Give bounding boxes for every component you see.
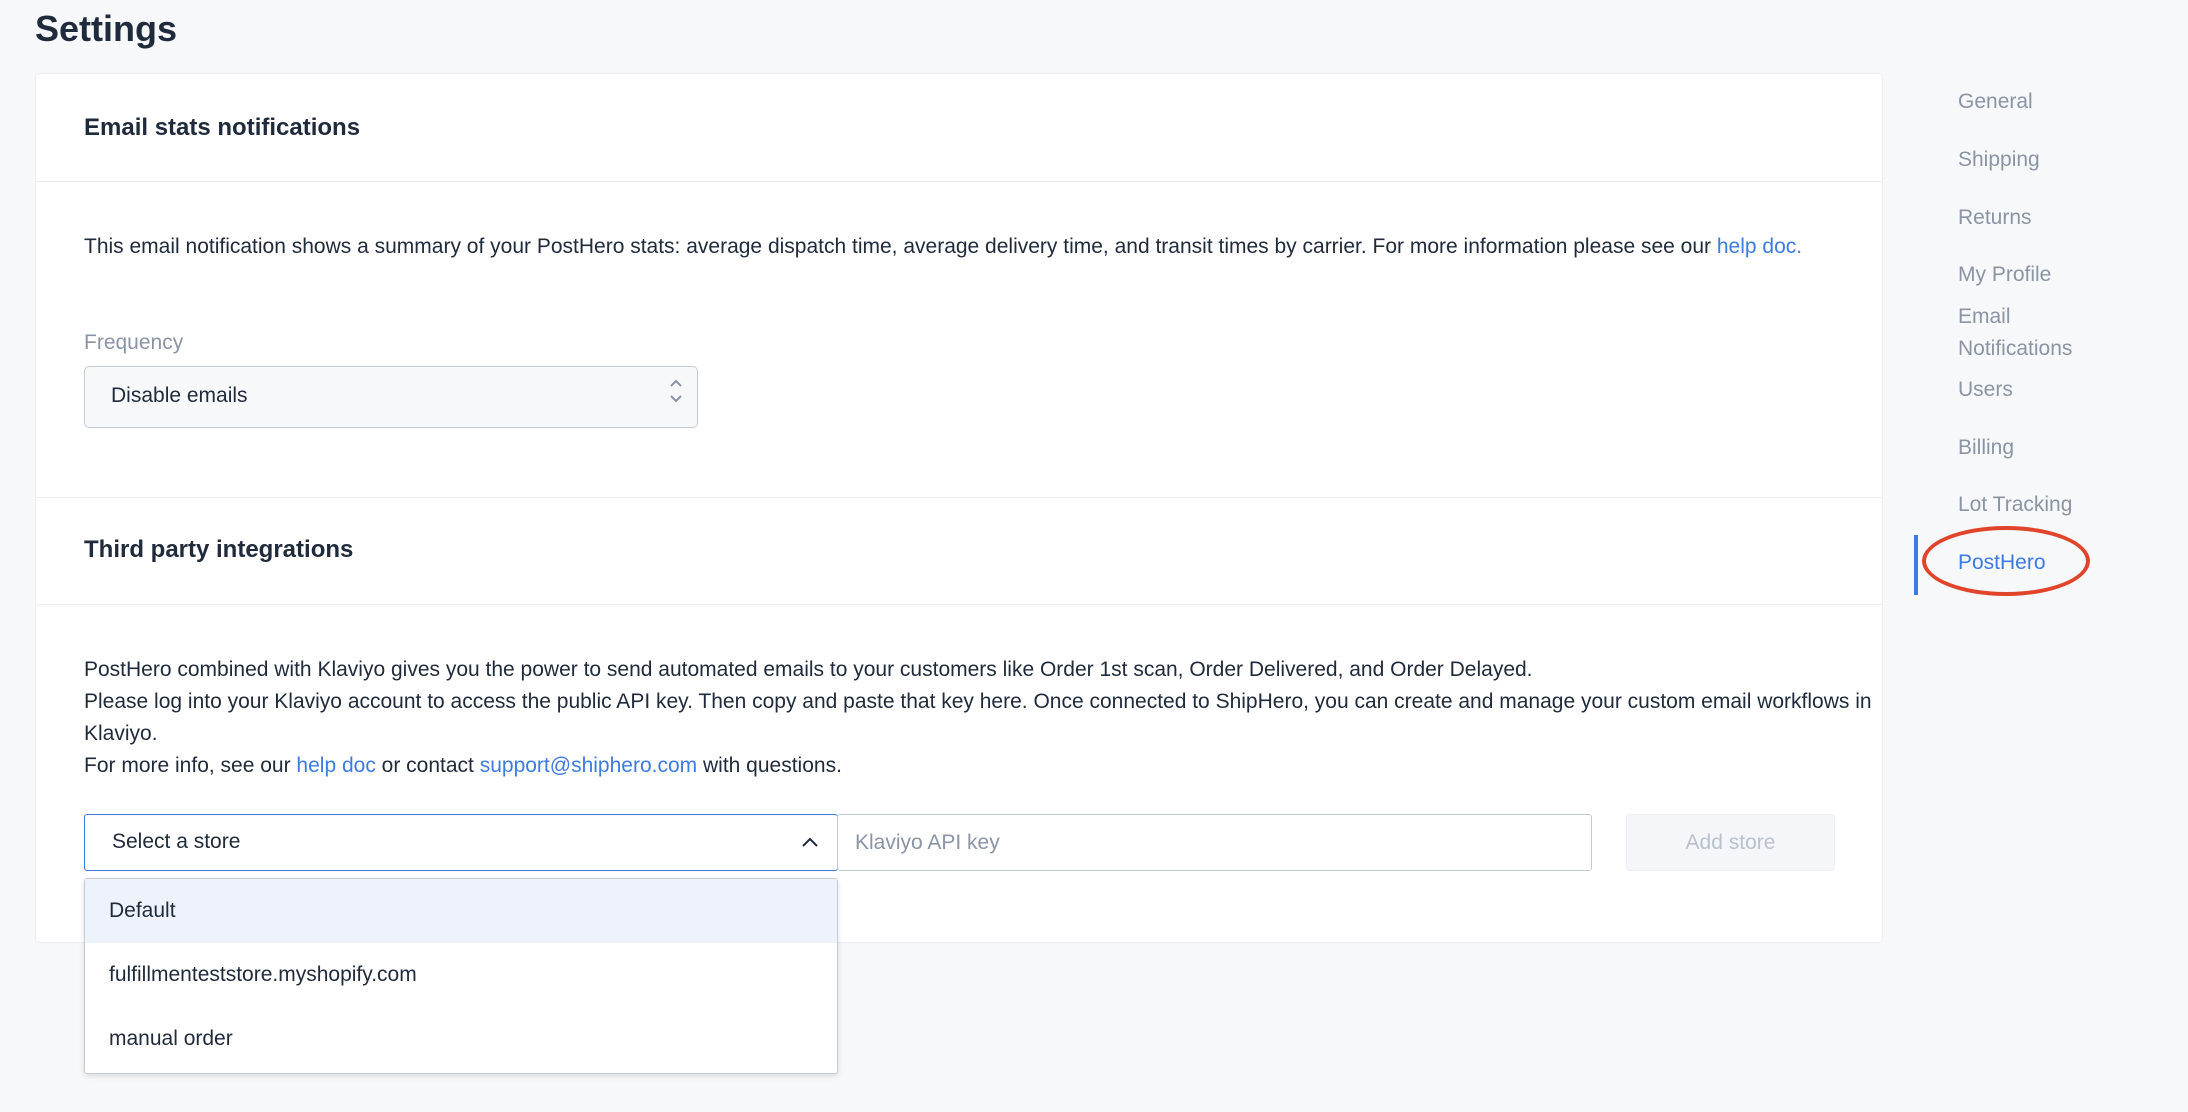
frequency-label: Frequency	[84, 331, 184, 354]
nav-item-general[interactable]: General	[1958, 86, 2033, 118]
nav-item-returns[interactable]: Returns	[1958, 202, 2032, 234]
integrations-header: Third party integrations	[36, 497, 1882, 605]
chevron-up-icon	[802, 837, 818, 847]
store-select[interactable]: Select a store	[84, 814, 838, 871]
email-stats-title: Email stats notifications	[84, 114, 361, 141]
store-option-default[interactable]: Default	[85, 879, 837, 943]
integrations-line-3-mid: or contact	[375, 754, 480, 777]
nav-item-my-profile[interactable]: My Profile	[1958, 259, 2051, 291]
email-stats-description: This email notification shows a summary …	[84, 231, 1844, 263]
frequency-value: Disable emails	[111, 384, 248, 407]
integrations-line-2: Please log into your Klaviyo account to …	[84, 690, 1872, 745]
nav-item-email-notifications[interactable]: Email Notifications	[1958, 301, 2098, 365]
store-option-shopify[interactable]: fulfillmenteststore.myshopify.com	[85, 943, 837, 1007]
frequency-select[interactable]: Disable emails	[84, 366, 698, 428]
store-dropdown: Default fulfillmenteststore.myshopify.co…	[84, 878, 838, 1074]
page-title: Settings	[35, 8, 178, 49]
add-store-button[interactable]: Add store	[1626, 814, 1835, 871]
nav-item-billing[interactable]: Billing	[1958, 432, 2014, 464]
integrations-help-link[interactable]: help doc	[296, 754, 375, 777]
integrations-line-3-prefix: For more info, see our	[84, 754, 297, 777]
klaviyo-api-key-input[interactable]	[837, 814, 1592, 871]
store-select-value: Select a store	[112, 830, 241, 853]
integrations-line-3: For more info, see our help doc or conta…	[84, 750, 1874, 782]
store-option-manual-order[interactable]: manual order	[85, 1007, 837, 1071]
integrations-line-1: PostHero combined with Klaviyo gives you…	[84, 658, 1533, 681]
integrations-title: Third party integrations	[84, 536, 354, 563]
nav-item-users[interactable]: Users	[1958, 374, 2013, 406]
nav-item-lot-tracking[interactable]: Lot Tracking	[1958, 489, 2072, 521]
nav-item-shipping[interactable]: Shipping	[1958, 144, 2040, 176]
email-stats-header: Email stats notifications	[36, 74, 1882, 182]
integrations-description: PostHero combined with Klaviyo gives you…	[84, 654, 1874, 782]
email-stats-help-link[interactable]: help doc.	[1717, 235, 1802, 258]
integrations-line-3-suffix: with questions.	[697, 754, 842, 777]
email-stats-description-text: This email notification shows a summary …	[84, 235, 1717, 258]
stepper-icon	[669, 379, 683, 403]
support-email-link[interactable]: support@shiphero.com	[480, 754, 697, 777]
nav-item-posthero[interactable]: PostHero	[1958, 547, 2046, 579]
nav-active-indicator	[1914, 535, 1918, 595]
settings-card: Email stats notifications This email not…	[35, 73, 1883, 943]
